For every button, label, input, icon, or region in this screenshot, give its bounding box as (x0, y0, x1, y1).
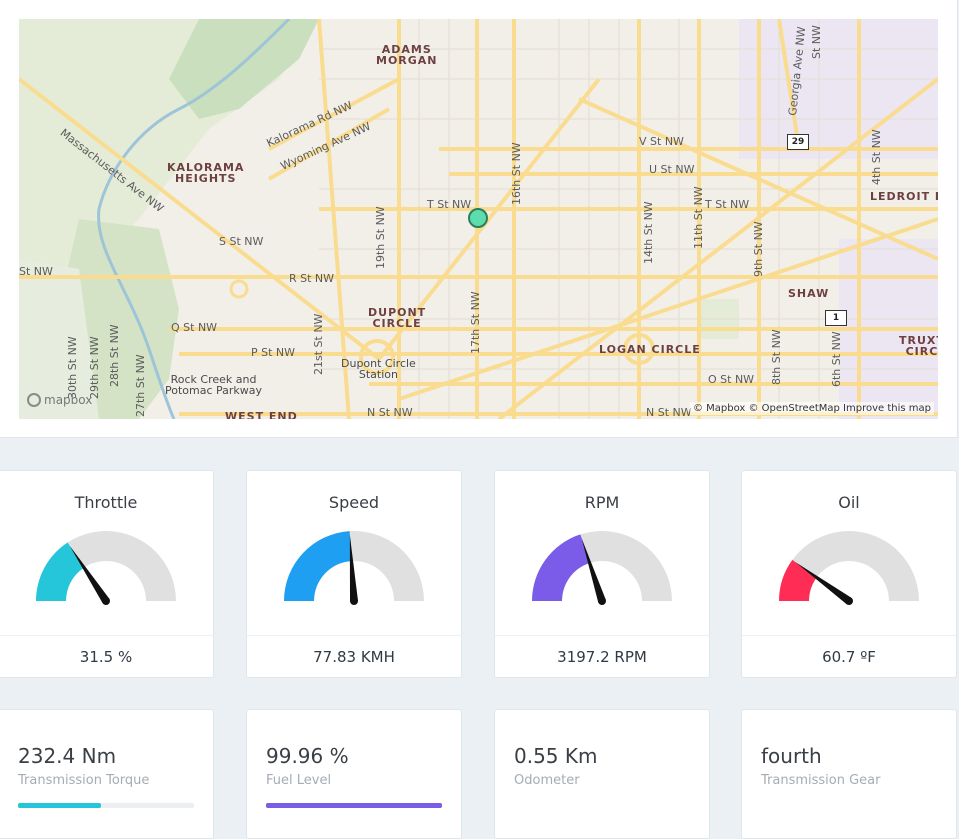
route-shield-1: 1 (825, 310, 847, 326)
neighborhood-logan-circle: LOGAN CIRCLE (599, 343, 701, 356)
street-label: U St NW (649, 163, 695, 176)
street-label: 21st St NW (312, 313, 325, 375)
progress-bar (266, 803, 442, 808)
neighborhood-truxton-circle: TRUXTCIRC (899, 334, 938, 358)
stat-value: 99.96 % (266, 744, 349, 768)
stat-card-odometer: 0.55 Km Odometer (494, 709, 710, 839)
street-label: 16th St NW (510, 142, 523, 205)
street-label: 4th St NW (870, 129, 883, 185)
street-label: 8th St NW (770, 329, 783, 385)
gauge-card-speed: Speed 77.83 KMH (246, 470, 462, 678)
gauge-card-oil: Oil 60.7 ºF (741, 470, 957, 678)
rpm-gauge (532, 531, 672, 605)
gauge-title: RPM (584, 493, 620, 512)
street-label: Q St NW (171, 321, 218, 334)
gauge-hub (350, 597, 358, 605)
neighborhood-west-end: WEST END (225, 410, 298, 419)
park-label: Rock Creek and Potomac Parkway (165, 373, 263, 397)
stat-card-gear: fourth Transmission Gear (741, 709, 957, 839)
gauge-hub (102, 597, 110, 605)
gauge-card-rpm: RPM 3197.2 RPM (494, 470, 710, 678)
throttle-gauge (36, 531, 176, 605)
neighborhood-dupont-circle: DUPONT CIRCLE (368, 306, 427, 330)
street-label: O St NW (708, 373, 755, 386)
street-label: R St NW (289, 272, 335, 285)
stat-label: Transmission Gear (761, 773, 881, 788)
gauge-title: Speed (328, 493, 380, 512)
stat-label: Odometer (514, 773, 580, 788)
route-shield-29: 29 (787, 134, 809, 150)
vehicle-location-marker[interactable] (468, 208, 488, 228)
street-label: St NW (810, 25, 823, 59)
oil-gauge (779, 531, 919, 605)
gauge-title: Oil (838, 493, 860, 512)
neighborhood-ledroit-park: LEDROIT P (870, 190, 938, 203)
progress-fill (18, 803, 101, 808)
street-label: 29th St NW (88, 336, 101, 399)
map-view[interactable]: ADAMS MORGAN KALORAMA HEIGHTS DUPONT CIRCLE… (19, 19, 938, 419)
stat-value: 232.4 Nm (18, 744, 117, 768)
gauge-hub (598, 597, 606, 605)
divider (742, 635, 956, 636)
speed-gauge (284, 531, 424, 605)
progress-fill (266, 803, 442, 808)
street-label: 6th St NW (830, 331, 843, 387)
neighborhood-shaw: SHAW (788, 287, 830, 300)
street-label: P St NW (251, 346, 296, 359)
street-label: 30th St NW (66, 336, 79, 399)
street-label: 11th St NW (692, 186, 705, 249)
street-label: S St NW (219, 235, 264, 248)
gauge-fill (532, 534, 590, 601)
stat-value: 0.55 Km (514, 744, 598, 768)
gauge-card-throttle: Throttle 31.5 % (0, 470, 214, 678)
metro-station-label: Dupont Circle Station (341, 357, 416, 381)
street-label: 17th St NW (469, 291, 482, 354)
stat-label: Transmission Torque (18, 773, 150, 788)
gauge-hub (845, 597, 853, 605)
gauge-title: Throttle (74, 493, 138, 512)
street-label: 14th St NW (642, 201, 655, 264)
gauge-value: 31.5 % (79, 648, 133, 666)
neighborhood-kalorama-heights: KALORAMA HEIGHTS (167, 161, 245, 185)
divider (495, 635, 709, 636)
neighborhood-adams-morgan: ADAMS MORGAN (376, 43, 438, 67)
gauge-fill (284, 531, 352, 601)
mapbox-logo-text: mapbox (44, 393, 93, 407)
street-label: 19th St NW (374, 206, 387, 269)
gauge-value: 60.7 ºF (822, 648, 876, 666)
mapbox-logo[interactable]: mapbox (27, 393, 92, 407)
gauge-value: 77.83 KMH (313, 648, 395, 666)
mapbox-icon (27, 393, 41, 407)
stat-card-torque: 232.4 Nm Transmission Torque (0, 709, 214, 839)
street-label: T St NW (705, 198, 750, 211)
street-label: N St NW (367, 406, 413, 419)
map-card: ADAMS MORGAN KALORAMA HEIGHTS DUPONT CIRCLE… (0, 0, 958, 438)
divider (247, 635, 461, 636)
divider (0, 635, 213, 636)
stat-label: Fuel Level (266, 773, 332, 788)
street-label: 28th St NW (108, 324, 121, 387)
street-label: St NW (19, 265, 53, 278)
gauge-value: 3197.2 RPM (557, 648, 647, 666)
street-label: 27th St NW (134, 354, 147, 417)
stat-card-fuel: 99.96 % Fuel Level (246, 709, 462, 839)
street-label: N St NW (646, 406, 692, 419)
street-label: V St NW (639, 135, 684, 148)
map-attribution[interactable]: © Mapbox © OpenStreetMap Improve this ma… (689, 402, 934, 415)
stat-value: fourth (761, 744, 822, 768)
progress-bar (18, 803, 194, 808)
street-label: 9th St NW (752, 221, 765, 277)
street-label: T St NW (427, 198, 472, 211)
